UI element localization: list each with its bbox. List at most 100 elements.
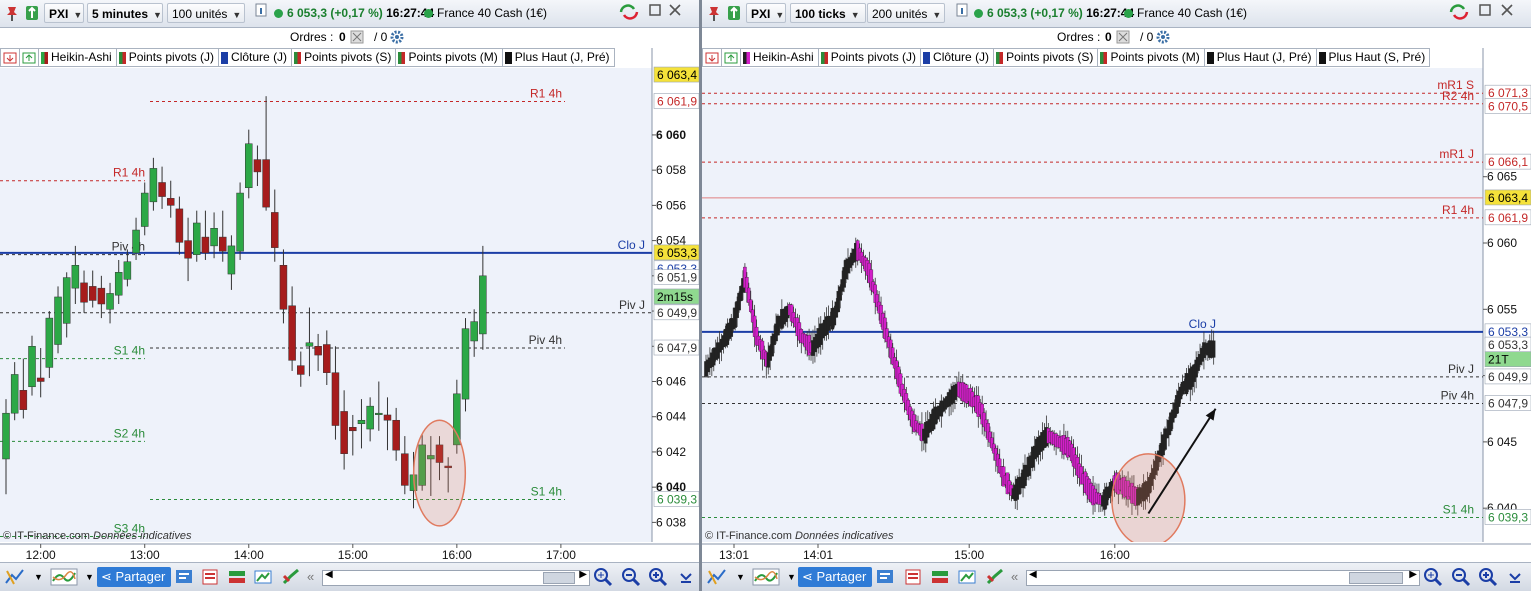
candle-body: [253, 159, 262, 173]
auto-scroll-icon[interactable]: [1505, 567, 1525, 587]
candle-body: [10, 374, 19, 414]
price-label: 6 047,9: [1488, 396, 1528, 410]
time-tick-label: 16:00: [1100, 548, 1130, 562]
time-scrollbar[interactable]: ◀ ▶: [1026, 569, 1420, 586]
trade-ticket-icon[interactable]: [930, 567, 950, 587]
screenshot-icon[interactable]: [253, 567, 273, 587]
price-tick-label: 6 044: [656, 410, 686, 424]
orders-list-icon[interactable]: [200, 567, 220, 587]
chart-plot-right[interactable]: mR1 SR2 4hmR1 JR1 4hClo JPiv JPiv 4hS1 4…: [702, 0, 1531, 563]
drawing-tools-caret[interactable]: ▼: [34, 568, 43, 586]
drawing-tools-caret[interactable]: ▼: [736, 568, 745, 586]
price-label: 21T: [1488, 353, 1509, 367]
candle-body: [262, 159, 270, 208]
scroll-thumb[interactable]: [1349, 572, 1403, 584]
price-label: 6 039,3: [1488, 510, 1528, 524]
zoom-in-icon[interactable]: [647, 567, 668, 587]
time-tick-label: 14:00: [234, 548, 264, 562]
price-label: 6 047,9: [657, 341, 697, 355]
price-tick-label: 6 055: [1487, 302, 1517, 316]
chart-plot-left[interactable]: Clo J Piv J Piv 4h R1 4h R1 4h S1 4h S2 4h S1 4…: [0, 0, 699, 563]
price-label: 6 063,4: [1488, 191, 1528, 205]
scroll-back-icon[interactable]: «: [1011, 568, 1018, 586]
candle-body: [140, 192, 149, 227]
candle-body: [192, 222, 201, 255]
candle-body: [357, 419, 366, 425]
time-scrollbar[interactable]: ◀ ▶: [322, 569, 590, 586]
time-tick-label: 12:00: [26, 548, 56, 562]
candle-body: [132, 229, 140, 254]
candle-body: [54, 296, 62, 345]
indicators-caret[interactable]: ▼: [787, 568, 796, 586]
candle-body: [175, 208, 184, 243]
candle-body: [271, 212, 279, 248]
share-button[interactable]: ⋖ Partager: [97, 567, 172, 587]
plot-background: [702, 68, 1483, 542]
candle-body: [470, 321, 478, 342]
scroll-left-arrow[interactable]: ◀: [325, 569, 333, 580]
candle-body: [106, 293, 114, 310]
line-label: R1 4h: [113, 166, 145, 180]
highlight-ellipse: [1111, 453, 1186, 548]
indicators-icon[interactable]: [752, 567, 782, 587]
share-button[interactable]: ⋖ Partager: [798, 567, 873, 587]
candle-body: [288, 305, 296, 361]
candle-body: [158, 182, 166, 197]
indicators-icon[interactable]: [50, 567, 80, 587]
indicators-caret[interactable]: ▼: [85, 568, 94, 586]
price-label: 6 039,3: [657, 492, 697, 506]
chart-bottom-toolbar: ▼ ▼ ⋖ Partager « ◀ ▶: [0, 562, 699, 591]
chart-bottom-toolbar: ▼ ▼ ⋖ Partager « ◀ ▶: [702, 562, 1531, 591]
price-tick-label: 6 042: [656, 445, 686, 459]
candle-body: [340, 411, 348, 454]
candle-body: [314, 346, 322, 356]
scroll-back-icon[interactable]: «: [307, 568, 314, 586]
candle-body: [71, 265, 80, 289]
screenshot-icon[interactable]: [957, 567, 977, 587]
line-label: Clo J: [618, 238, 645, 252]
plot-background: [0, 68, 652, 542]
candle-body: [366, 405, 374, 430]
share-icon: ⋖: [101, 569, 116, 584]
candle-body: [2, 412, 10, 460]
chart-type-icon[interactable]: [281, 567, 301, 587]
scroll-left-arrow[interactable]: ◀: [1029, 569, 1037, 580]
drawing-tools-icon[interactable]: [706, 567, 726, 587]
zoom-in-icon[interactable]: [1477, 567, 1498, 587]
auto-scroll-icon[interactable]: [676, 567, 696, 587]
candle-body: [123, 261, 132, 280]
candle-body: [36, 377, 45, 382]
copyright-note: © IT-Finance.com Données indicatives: [705, 530, 894, 542]
scroll-right-arrow[interactable]: ▶: [1409, 569, 1417, 580]
line-label: R1 4h: [1442, 203, 1474, 217]
price-label: 6 049,9: [657, 306, 697, 320]
orders-list-icon[interactable]: [903, 567, 923, 587]
zoom-fit-icon[interactable]: [592, 567, 613, 587]
zoom-out-icon[interactable]: [620, 567, 641, 587]
chart-type-icon[interactable]: [985, 567, 1005, 587]
price-label: 6 061,9: [1488, 211, 1528, 225]
price-tick-label: 6 058: [656, 163, 686, 177]
tick-candle-body: [1211, 340, 1216, 358]
time-tick-label: 15:00: [338, 548, 368, 562]
line-label: R2 4h: [1442, 89, 1474, 103]
copyright-note: © IT-Finance.com Données indicatives: [3, 530, 192, 542]
line-label: mR1 J: [1439, 147, 1474, 161]
zoom-out-icon[interactable]: [1450, 567, 1471, 587]
alerts-icon[interactable]: [174, 567, 194, 587]
price-label: 6 053,3: [1488, 338, 1528, 352]
price-label: 6 051,9: [657, 271, 697, 285]
price-label: 6 070,5: [1488, 99, 1528, 113]
share-icon: ⋖: [802, 569, 817, 584]
scroll-thumb[interactable]: [543, 572, 575, 584]
alerts-icon[interactable]: [875, 567, 895, 587]
trade-ticket-icon[interactable]: [227, 567, 247, 587]
line-label: S1 4h: [114, 344, 145, 358]
time-tick-label: 15:00: [954, 548, 984, 562]
zoom-fit-icon[interactable]: [1422, 567, 1443, 587]
drawing-tools-icon[interactable]: [4, 567, 24, 587]
candle-body: [88, 286, 97, 301]
scroll-right-arrow[interactable]: ▶: [579, 569, 587, 580]
candle-body: [62, 277, 71, 324]
candle-body: [97, 287, 106, 305]
